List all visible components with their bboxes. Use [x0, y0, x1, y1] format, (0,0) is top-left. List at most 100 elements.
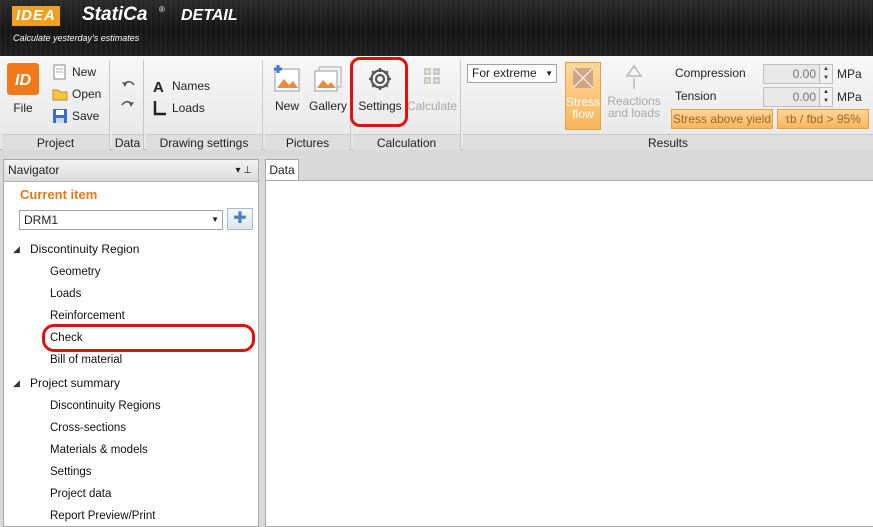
check-highlight — [42, 324, 255, 352]
loads-toggle[interactable]: Loads — [152, 98, 205, 118]
names-icon: A — [152, 78, 168, 96]
results-group: For extreme ▼ Stress flow Reactions and lo… — [463, 60, 873, 150]
drawing-settings-group-label: Drawing settings — [146, 134, 262, 150]
tree-item-bill-of-material[interactable]: Bill of material — [50, 354, 122, 366]
project-group: ID File New Open Save Project — [2, 60, 110, 150]
new-project-button[interactable]: New — [52, 62, 96, 82]
project-group-label: Project — [2, 134, 109, 150]
add-item-button[interactable]: ✚ — [227, 208, 253, 230]
redo-button[interactable] — [119, 98, 137, 115]
tree-item-cross-sections[interactable]: Cross-sections — [50, 422, 126, 434]
tension-spinner[interactable]: ▲ ▼ — [819, 88, 832, 106]
bond-ratio-button[interactable]: τb / fbd > 95% — [777, 109, 869, 129]
tree-item-geometry[interactable]: Geometry — [50, 266, 101, 278]
svg-text:A: A — [153, 79, 164, 94]
results-group-label: Results — [463, 134, 873, 150]
tree-item-discontinuity-regions[interactable]: Discontinuity Regions — [50, 400, 161, 412]
result-mode-dropdown[interactable]: For extreme ▼ — [467, 64, 557, 83]
compression-spinner[interactable]: ▲ ▼ — [819, 65, 832, 83]
svg-text:+: + — [425, 68, 431, 76]
new-project-label: New — [72, 65, 97, 79]
tension-value: 0.00 — [792, 90, 816, 104]
gallery-label: Gallery — [308, 99, 347, 113]
loads-icon — [152, 100, 168, 116]
tree-group-discontinuity-region[interactable]: Discontinuity Region — [30, 242, 139, 256]
compression-label: Compression — [675, 66, 746, 80]
registered-mark: ® — [159, 5, 165, 14]
open-project-button[interactable]: Open — [52, 84, 101, 104]
tree-item-loads[interactable]: Loads — [50, 288, 81, 300]
tree-group-project-summary[interactable]: Project summary — [30, 376, 120, 390]
stress-flow-icon — [572, 67, 594, 89]
folder-icon — [52, 86, 68, 102]
pin-icon[interactable]: ▾ ⊥ — [235, 160, 252, 181]
settings-highlight — [350, 57, 408, 127]
reactions-label-2: and loads — [607, 106, 661, 120]
file-icon: ID — [7, 63, 39, 95]
tree-item-project-data[interactable]: Project data — [50, 488, 111, 500]
tension-unit: MPa — [837, 90, 862, 104]
file-button[interactable]: ID File — [5, 62, 41, 115]
save-icon — [52, 108, 68, 124]
stress-flow-label-2: flow — [572, 107, 594, 121]
loads-label: Loads — [172, 101, 205, 115]
new-picture-label: New — [274, 99, 299, 113]
tension-input[interactable]: 0.00 ▲ ▼ — [763, 87, 833, 107]
save-project-label: Save — [72, 109, 100, 123]
current-item-value: DRM1 — [24, 213, 59, 227]
calculation-group-label: Calculation — [353, 134, 460, 150]
save-project-button[interactable]: Save — [52, 106, 99, 126]
tab-data[interactable]: Data — [265, 159, 299, 181]
svg-text:÷: ÷ — [434, 77, 440, 85]
calculate-button[interactable]: + − × ÷ Calculate — [407, 64, 457, 113]
result-mode-value: For extreme — [472, 66, 537, 80]
pictures-group: New Gallery Pictures — [265, 60, 351, 150]
new-picture-icon — [274, 65, 300, 92]
current-item-label: Current item — [20, 187, 98, 202]
tagline: Calculate yesterday's estimates — [13, 33, 140, 43]
tree-item-settings[interactable]: Settings — [50, 466, 92, 478]
redo-icon — [121, 100, 134, 107]
svg-text:×: × — [425, 77, 431, 85]
names-toggle[interactable]: A Names — [152, 76, 210, 96]
tension-label: Tension — [675, 89, 717, 103]
title-banner: IDEA StatiCa ® DETAIL Calculate yesterda… — [0, 0, 873, 56]
tree-item-reinforcement[interactable]: Reinforcement — [50, 310, 125, 322]
compression-input[interactable]: 0.00 ▲ ▼ — [763, 64, 833, 84]
svg-text:−: − — [434, 68, 440, 76]
open-project-label: Open — [72, 87, 102, 101]
stress-flow-toggle[interactable]: Stress flow — [565, 62, 601, 130]
reactions-icon — [625, 64, 643, 89]
calculator-icon: + − × ÷ — [424, 68, 440, 85]
file-label: File — [13, 101, 33, 115]
statica-logo: StatiCa — [82, 4, 148, 25]
navigator-title: Navigator — [8, 163, 60, 177]
calculate-label: Calculate — [407, 99, 458, 113]
compression-unit: MPa — [837, 67, 862, 81]
compression-value: 0.00 — [792, 67, 816, 81]
idea-logo: IDEA — [12, 6, 60, 26]
data-group: Data — [112, 60, 144, 150]
tree-item-report-preview[interactable]: Report Preview/Print — [50, 510, 155, 522]
svg-text:ID: ID — [15, 72, 31, 89]
data-group-label: Data — [112, 134, 143, 150]
names-label: Names — [172, 79, 211, 93]
dropdown-arrow-icon: ▼ — [211, 215, 219, 224]
product-name: DETAIL — [181, 7, 238, 24]
tree-item-materials-models[interactable]: Materials & models — [50, 444, 148, 456]
ribbon: ID File New Open Save Project Data A Nam… — [0, 56, 873, 150]
data-pane — [265, 180, 873, 527]
gallery-button[interactable]: Gallery — [307, 64, 349, 113]
expand-icon[interactable]: ◢ — [13, 244, 20, 255]
gallery-icon — [314, 66, 342, 92]
current-item-dropdown[interactable]: DRM1 ▼ — [19, 210, 223, 230]
stress-above-yield-button[interactable]: Stress above yield — [671, 109, 773, 129]
reactions-loads-button[interactable]: Reactions and loads — [605, 62, 663, 119]
new-picture-button[interactable]: New — [269, 64, 305, 113]
expand-icon[interactable]: ◢ — [13, 378, 20, 389]
undo-button[interactable] — [119, 78, 137, 95]
drawing-settings-group: A Names Loads Drawing settings — [146, 60, 263, 150]
navigator-header: Navigator ▾ ⊥ — [4, 160, 258, 182]
undo-icon — [122, 80, 135, 87]
new-file-icon — [52, 64, 68, 80]
